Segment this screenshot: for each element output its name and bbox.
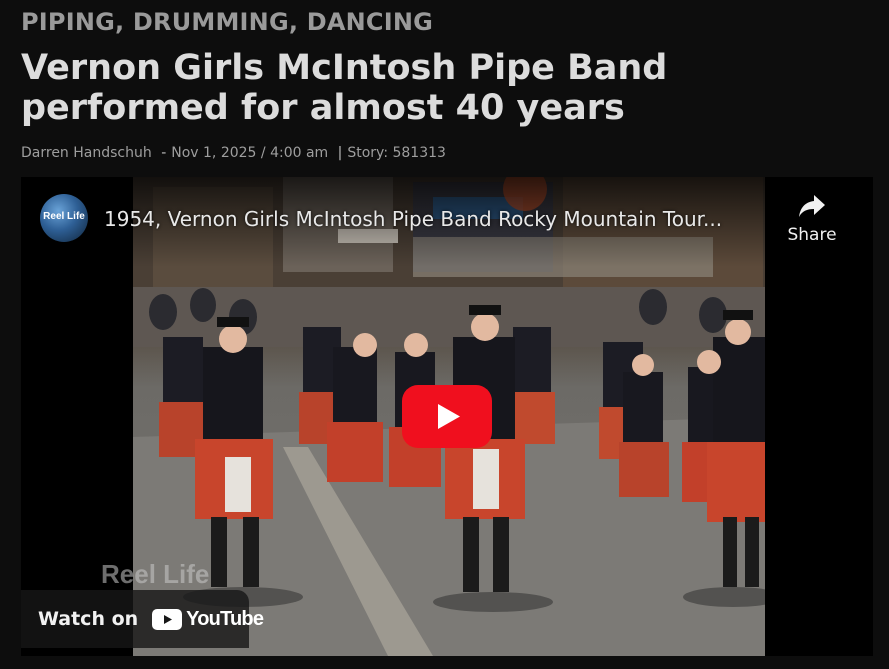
share-label: Share [787, 225, 837, 245]
channel-avatar-label: Reel Life [43, 211, 85, 222]
share-arrow-icon [799, 195, 825, 217]
byline-separator: - [161, 145, 167, 161]
channel-avatar[interactable]: Reel Life [40, 194, 88, 242]
story-id: Story: 581313 [347, 145, 446, 161]
author-name[interactable]: Darren Handschuh [21, 145, 152, 161]
article-page: PIPING, DRUMMING, DANCING Vernon Girls M… [0, 0, 889, 669]
article-category[interactable]: PIPING, DRUMMING, DANCING [21, 8, 433, 36]
share-button[interactable]: Share [781, 193, 843, 245]
video-title[interactable]: 1954, Vernon Girls McIntosh Pipe Band Ro… [104, 207, 769, 231]
article-byline: Darren Handschuh - Nov 1, 2025 / 4:00 am … [21, 145, 446, 161]
youtube-embed[interactable]: Reel Life 1954, Vernon Girls McIntosh Pi… [21, 177, 873, 656]
watch-on-label: Watch on [38, 608, 139, 630]
play-icon [402, 385, 492, 448]
byline-divider: | [337, 145, 343, 161]
publish-date: Nov 1, 2025 / 4:00 am [171, 145, 329, 161]
watch-on-youtube-button[interactable]: Watch on YouTube [21, 590, 264, 648]
video-watermark: Reel Life [101, 559, 210, 589]
play-button[interactable] [402, 385, 492, 448]
youtube-wordmark: YouTube [186, 607, 264, 630]
youtube-logo: YouTube [152, 607, 264, 631]
article-headline: Vernon Girls McIntosh Pipe Band performe… [21, 48, 668, 128]
youtube-play-icon [152, 608, 183, 630]
